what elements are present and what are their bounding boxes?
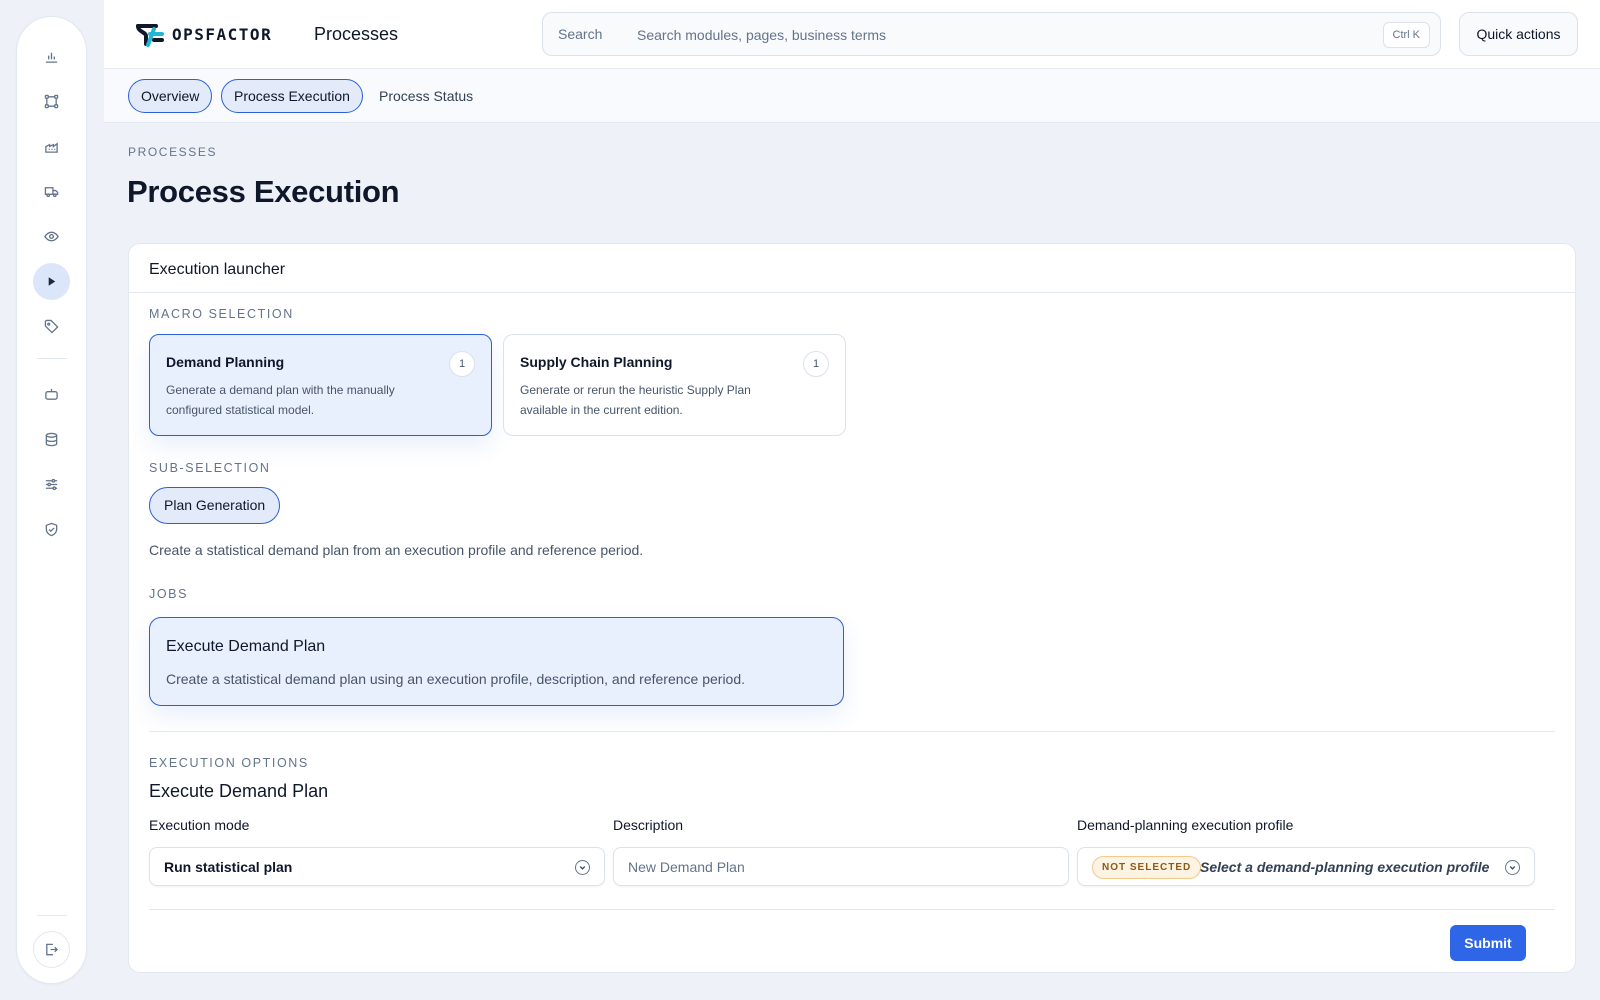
eye-icon (44, 231, 59, 242)
macro-card-title: Demand Planning (166, 354, 285, 370)
macro-card-description: Generate or rerun the heuristic Supply P… (520, 383, 751, 417)
execution-options-title: Execute Demand Plan (149, 781, 329, 801)
sidebar-item-security[interactable] (33, 511, 70, 548)
quick-actions-button[interactable]: Quick actions (1459, 12, 1578, 56)
macro-card-description: Generate a demand plan with the manually… (166, 383, 395, 417)
truck-icon (44, 187, 59, 198)
execution-mode-select[interactable]: Run statistical plan (149, 847, 605, 886)
factory-icon (45, 142, 58, 153)
sidebar-item-monitoring[interactable] (33, 218, 70, 255)
job-description: Create a statistical demand plan using a… (166, 671, 746, 687)
sidebar-item-manufacturing[interactable] (33, 128, 70, 165)
opsfactor-logo-icon (136, 24, 164, 47)
execution-options-label: EXECUTION OPTIONS (149, 756, 309, 770)
execution-mode-value: Run statistical plan (164, 859, 293, 875)
job-count-badge: 1 (803, 351, 829, 377)
execution-profile-select[interactable]: NOT SELECTED Select a demand-planning ex… (1077, 847, 1535, 886)
macro-card-demand-planning[interactable]: Demand Planning Generate a demand plan w… (149, 334, 492, 436)
sub-option-description: Create a statistical demand plan from an… (149, 542, 644, 558)
sidebar-item-automation[interactable] (33, 376, 70, 413)
card-title: Execution launcher (149, 261, 286, 278)
macro-card-supply-chain-planning[interactable]: Supply Chain Planning Generate or rerun … (503, 334, 846, 436)
section-divider (149, 909, 1555, 910)
sidebar-item-data[interactable] (33, 421, 70, 458)
sub-option-plan-generation[interactable]: Plan Generation (149, 487, 281, 524)
jobs-label: JOBS (149, 587, 189, 601)
description-input[interactable] (628, 856, 1048, 878)
tag-icon (44, 319, 59, 334)
bar-chart-icon (45, 52, 58, 63)
sidebar-divider (37, 915, 67, 916)
card-header: Execution launcher (129, 244, 1575, 293)
sub-selection-label: SUB-SELECTION (149, 461, 271, 475)
macro-card-title: Supply Chain Planning (520, 354, 673, 370)
header-title: Processes (314, 24, 399, 44)
description-field (613, 847, 1069, 886)
logout-icon (46, 943, 59, 956)
profile-placeholder: Select a demand-planning execution profi… (1200, 859, 1490, 875)
play-icon (48, 277, 56, 286)
top-header: OPSFACTOR Processes Search Ctrl K Quick … (104, 0, 1600, 69)
search-input[interactable] (637, 23, 1337, 47)
job-count-badge: 1 (449, 351, 475, 377)
chevron-down-icon (1505, 860, 1520, 875)
sidebar-item-logistics[interactable] (33, 173, 70, 210)
sliders-icon (45, 478, 58, 491)
section-divider (149, 731, 1555, 732)
sidebar-divider (37, 358, 67, 359)
logout-button[interactable] (33, 931, 70, 968)
chevron-down-icon (575, 860, 590, 875)
shield-check-icon (45, 522, 58, 537)
macro-selection-label: MACRO SELECTION (149, 307, 294, 321)
global-search[interactable]: Search Ctrl K (542, 12, 1441, 56)
tab-overview[interactable]: Overview (128, 79, 213, 113)
execution-mode-label: Execution mode (149, 817, 250, 833)
submit-button[interactable]: Submit (1450, 925, 1526, 961)
brand-logo[interactable]: OPSFACTOR (134, 20, 272, 48)
sidebar-item-settings[interactable] (33, 466, 70, 503)
bot-icon (45, 388, 58, 400)
tab-process-execution[interactable]: Process Execution (221, 79, 363, 113)
sidebar-item-processes[interactable] (33, 263, 70, 300)
tab-bar: Overview Process Execution Process Statu… (104, 69, 1600, 123)
breadcrumb: PROCESSES (128, 145, 218, 159)
profile-label: Demand-planning execution profile (1077, 817, 1294, 833)
tab-process-status[interactable]: Process Status (366, 79, 486, 113)
job-card-execute-demand-plan[interactable]: Execute Demand Plan Create a statistical… (149, 617, 844, 706)
brand-name: OPSFACTOR (172, 24, 273, 44)
description-label: Description (613, 817, 684, 833)
workflow-icon (44, 94, 59, 109)
search-shortcut-hint: Ctrl K (1382, 22, 1430, 48)
search-label: Search (558, 26, 603, 42)
sidebar-item-pricing[interactable] (33, 308, 70, 345)
sidebar-nav (16, 16, 87, 984)
sidebar-item-analytics[interactable] (33, 38, 70, 75)
status-badge: NOT SELECTED (1092, 856, 1202, 879)
execution-launcher-card: Execution launcher MACRO SELECTION Deman… (128, 243, 1576, 973)
sidebar-item-workflows[interactable] (33, 83, 70, 120)
page-title: Process Execution (127, 174, 400, 209)
job-title: Execute Demand Plan (166, 638, 326, 655)
database-icon (45, 432, 58, 447)
